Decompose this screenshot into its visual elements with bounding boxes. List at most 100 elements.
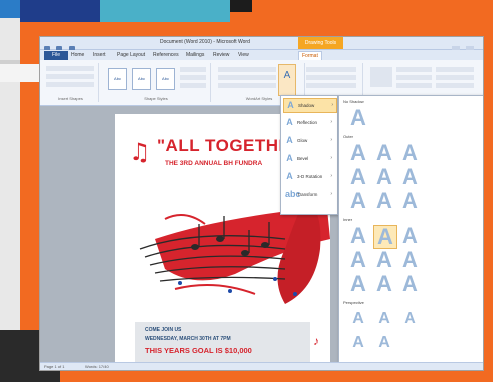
shadow-option[interactable]: A bbox=[399, 225, 421, 247]
tab-mailings[interactable]: Mailings bbox=[183, 51, 207, 60]
rotation-icon: A bbox=[286, 171, 293, 181]
text-fill-button[interactable] bbox=[218, 75, 276, 80]
tab-review[interactable]: Review bbox=[210, 51, 232, 60]
gallery-section-outer: Outer bbox=[343, 134, 354, 139]
group-button[interactable] bbox=[436, 75, 474, 80]
flyer-subline[interactable]: THE 3RD ANNUAL BH FUNDRA bbox=[165, 160, 262, 167]
shadow-option[interactable]: A bbox=[347, 332, 369, 354]
shapes-row-1[interactable] bbox=[46, 66, 94, 71]
shape-fill-button[interactable] bbox=[180, 67, 206, 72]
menu-item-label: Shadow bbox=[298, 103, 315, 108]
shadow-option[interactable]: A bbox=[373, 332, 395, 354]
shadow-option[interactable]: A bbox=[373, 308, 395, 330]
shadow-option-selected[interactable]: A bbox=[373, 225, 397, 249]
gallery-section-no-shadow: No Shadow bbox=[343, 99, 364, 104]
shadow-option[interactable]: A bbox=[399, 190, 421, 212]
shape-effects-button[interactable] bbox=[180, 83, 206, 88]
rotate-button[interactable] bbox=[436, 83, 474, 88]
shadow-option[interactable]: A bbox=[399, 308, 421, 330]
shadow-option[interactable]: A bbox=[373, 142, 395, 164]
flyer-line-3[interactable]: THIS YEARS GOAL IS $10,000 bbox=[145, 346, 252, 355]
shapes-row-2[interactable] bbox=[46, 74, 94, 79]
align-text-button[interactable] bbox=[306, 75, 356, 80]
shadow-option[interactable]: A bbox=[399, 249, 421, 271]
shadow-icon: A bbox=[287, 100, 294, 110]
text-direction-button[interactable] bbox=[306, 67, 356, 72]
flyer-info-box: COME JOIN US WEDNESDAY, MARCH 30TH AT 7P… bbox=[135, 322, 310, 362]
shadow-option-none[interactable]: A bbox=[347, 107, 369, 129]
text-outline-button[interactable] bbox=[218, 83, 276, 88]
status-page: Page 1 of 1 bbox=[44, 364, 65, 369]
ribbon-group-shape-styles: Abc Abc Abc Shape Styles bbox=[102, 63, 211, 102]
shadow-option[interactable]: A bbox=[399, 166, 421, 188]
glow-icon: A bbox=[286, 135, 293, 145]
shape-style-1[interactable]: Abc bbox=[108, 68, 127, 90]
background-dark-edge bbox=[230, 0, 252, 12]
menu-item-glow[interactable]: A Glow › bbox=[283, 134, 335, 147]
ribbon-tabs: File Home Insert Page Layout References … bbox=[40, 50, 483, 61]
status-bar: Page 1 of 1 Words: 17/40 bbox=[40, 362, 483, 370]
menu-item-transform[interactable]: abcTransform › bbox=[283, 188, 335, 201]
tab-references[interactable]: References bbox=[150, 51, 182, 60]
bevel-icon: A bbox=[286, 153, 293, 163]
wrap-text-button[interactable] bbox=[396, 83, 432, 88]
send-backward-button[interactable] bbox=[396, 75, 432, 80]
title-bar: Document (Word 2010) - Microsoft Word Dr… bbox=[40, 37, 483, 70]
background-top-bar bbox=[20, 0, 230, 22]
shadow-option[interactable]: A bbox=[399, 273, 421, 295]
tab-home[interactable]: Home bbox=[68, 51, 87, 60]
reflection-icon: A bbox=[286, 117, 293, 127]
shape-outline-button[interactable] bbox=[180, 75, 206, 80]
menu-item-label: Bevel bbox=[297, 156, 309, 161]
text-effects-button[interactable]: A bbox=[278, 64, 296, 96]
transform-icon: abc bbox=[285, 189, 301, 199]
tab-view[interactable]: View bbox=[235, 51, 252, 60]
word-window: Document (Word 2010) - Microsoft Word Dr… bbox=[40, 37, 483, 370]
menu-item-bevel[interactable]: A Bevel › bbox=[283, 152, 335, 165]
music-note-icon: ♫ bbox=[129, 138, 151, 166]
create-link-button[interactable] bbox=[306, 83, 356, 88]
submenu-arrow-icon: › bbox=[330, 191, 332, 197]
menu-item-label: Reflection bbox=[297, 120, 318, 125]
submenu-arrow-icon: › bbox=[330, 173, 332, 179]
shapes-row-3[interactable] bbox=[46, 82, 94, 87]
submenu-arrow-icon: › bbox=[330, 119, 332, 125]
flyer-line-1[interactable]: COME JOIN US bbox=[145, 327, 181, 333]
shadow-option[interactable]: A bbox=[347, 249, 369, 271]
menu-item-label: 3-D Rotation bbox=[297, 174, 323, 179]
align-button[interactable] bbox=[436, 67, 474, 72]
gallery-section-inner: Inner bbox=[343, 217, 353, 222]
menu-item-shadow[interactable]: A Shadow › bbox=[283, 98, 337, 113]
shape-style-2[interactable]: Abc bbox=[132, 68, 151, 90]
shadow-option[interactable]: A bbox=[347, 142, 369, 164]
status-words: Words: 17/40 bbox=[85, 364, 109, 369]
flyer-line-2[interactable]: WEDNESDAY, MARCH 30TH AT 7PM bbox=[145, 336, 231, 342]
menu-item-3d-rotation[interactable]: A 3-D Rotation › bbox=[283, 170, 335, 183]
position-button[interactable] bbox=[370, 67, 392, 87]
shadow-option[interactable]: A bbox=[347, 273, 369, 295]
shape-style-3[interactable]: Abc bbox=[156, 68, 175, 90]
shadow-option[interactable]: A bbox=[373, 190, 395, 212]
tab-file[interactable]: File bbox=[44, 51, 68, 60]
shadow-option[interactable]: A bbox=[347, 225, 369, 247]
context-tab-drawing-tools: Drawing Tools bbox=[298, 37, 343, 49]
tab-page-layout[interactable]: Page Layout bbox=[114, 51, 148, 60]
shadow-gallery: No Shadow A Outer A A A A A A A A A Inne… bbox=[338, 95, 483, 367]
shadow-option[interactable]: A bbox=[347, 166, 369, 188]
shadow-option[interactable]: A bbox=[373, 249, 395, 271]
wordart-quick-styles[interactable] bbox=[218, 67, 276, 72]
shadow-option[interactable]: A bbox=[347, 308, 369, 330]
quick-access-toolbar bbox=[44, 39, 86, 70]
window-controls bbox=[450, 39, 480, 70]
bring-forward-button[interactable] bbox=[396, 67, 432, 72]
tab-insert[interactable]: Insert bbox=[90, 51, 109, 60]
shadow-option[interactable]: A bbox=[373, 273, 395, 295]
shadow-option[interactable]: A bbox=[347, 190, 369, 212]
gallery-section-perspective: Perspective bbox=[343, 300, 364, 305]
shadow-option[interactable]: A bbox=[373, 166, 395, 188]
menu-item-label: Transform bbox=[297, 192, 318, 197]
menu-item-reflection[interactable]: A Reflection › bbox=[283, 116, 335, 129]
shadow-option[interactable]: A bbox=[399, 142, 421, 164]
text-effects-menu: A Shadow › A Reflection › A Glow › A Bevel › A 3-… bbox=[280, 95, 338, 215]
submenu-arrow-icon: › bbox=[330, 155, 332, 161]
